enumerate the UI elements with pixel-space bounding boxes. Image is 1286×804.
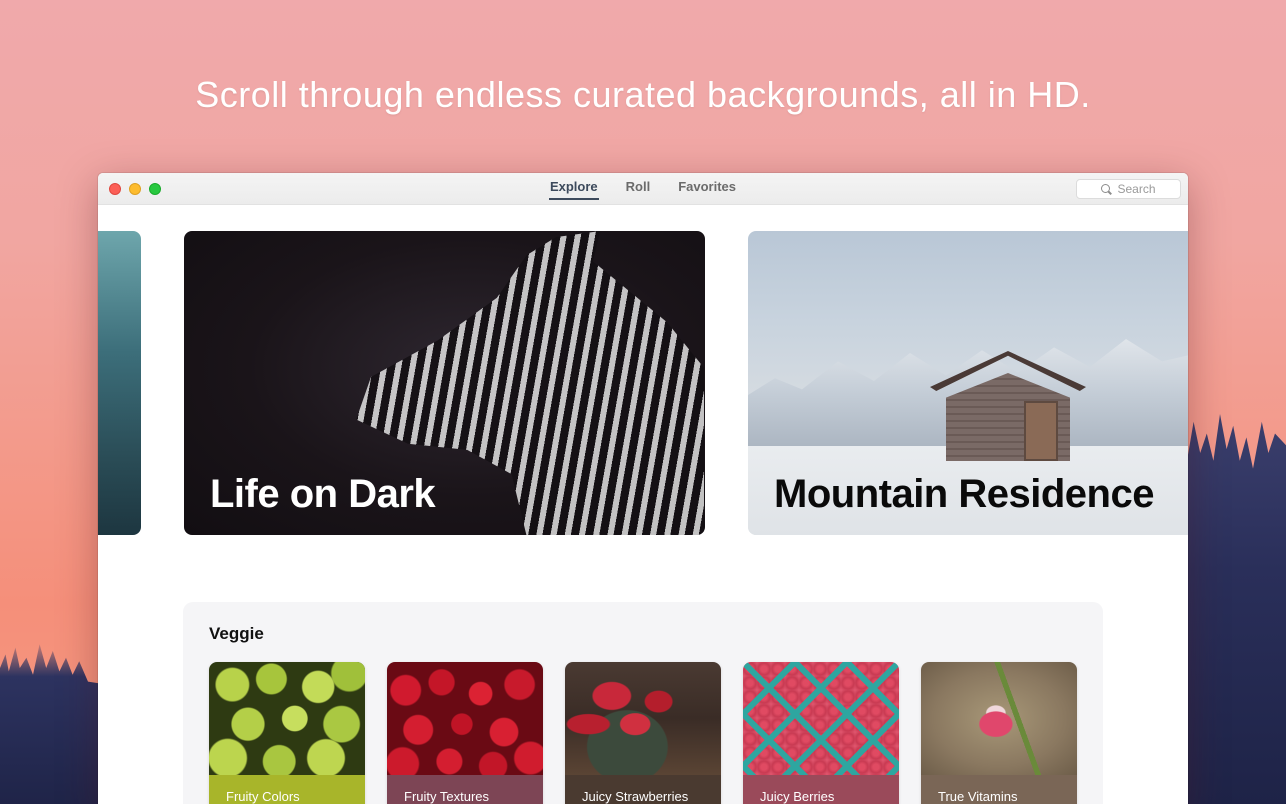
card-fruity-colors[interactable]: Fruity Colors [209,662,365,804]
search-placeholder: Search [1117,182,1156,196]
section-title: Veggie [209,624,264,643]
cherries-image [387,662,543,775]
app-window: Explore Roll Favorites Search Life on Da… [98,173,1188,804]
trees-silhouette-left [0,644,110,804]
card-juicy-berries[interactable]: Juicy Berries [743,662,899,804]
search-icon [1101,183,1112,195]
smoothie-image [921,662,1077,775]
title-bar: Explore Roll Favorites Search [98,173,1188,205]
veggie-section: Veggie Fruity Colors Fruity Textures Jui… [183,602,1103,804]
card-label: Juicy Berries [743,775,899,804]
cabin-image [930,351,1086,461]
tab-favorites[interactable]: Favorites [677,173,737,200]
card-fruity-textures[interactable]: Fruity Textures [387,662,543,804]
search-field[interactable]: Search [1076,179,1181,199]
card-label: Juicy Strawberries [565,775,721,804]
trees-silhouette-right [1176,414,1286,804]
card-true-vitamins[interactable]: True Vitamins [921,662,1077,804]
card-juicy-strawberries[interactable]: Juicy Strawberries [565,662,721,804]
hero-card-previous[interactable] [98,231,141,535]
pears-image [209,662,365,775]
promo-headline: Scroll through endless curated backgroun… [195,74,1091,115]
strawberries-image [565,662,721,775]
hero-title: Life on Dark [210,472,436,516]
cabin-door [1024,401,1058,461]
tab-explore[interactable]: Explore [548,173,599,200]
card-row: Fruity Colors Fruity Textures Juicy Stra… [209,662,1077,804]
tab-roll[interactable]: Roll [625,173,652,200]
hero-title: Mountain Residence [774,472,1154,516]
hero-card-life-on-dark[interactable]: Life on Dark [184,231,705,535]
hero-card-mountain-residence[interactable]: Mountain Residence [748,231,1188,535]
card-label: Fruity Colors [209,775,365,804]
explore-content: Life on Dark Mountain Residence Veggie F… [98,205,1188,804]
card-label: Fruity Textures [387,775,543,804]
tab-bar: Explore Roll Favorites [98,173,1188,205]
card-label: True Vitamins [921,775,1077,804]
raspberries-image [743,662,899,775]
